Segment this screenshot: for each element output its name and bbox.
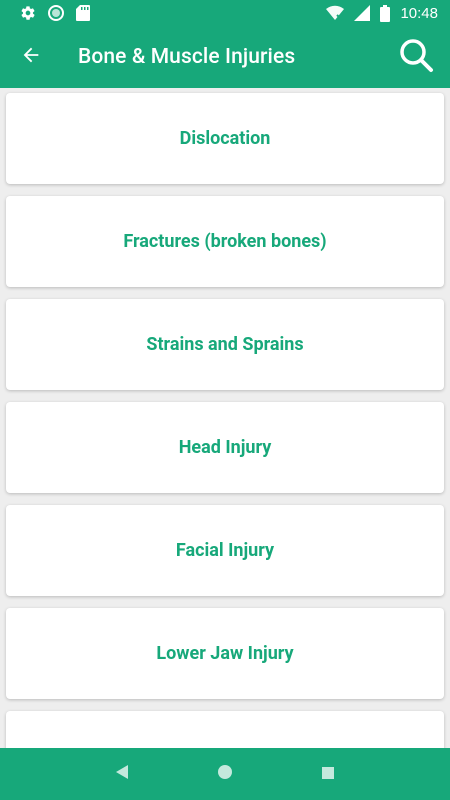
sd-card-icon bbox=[76, 5, 90, 21]
search-icon bbox=[398, 37, 434, 77]
list-item-head-injury[interactable]: Head Injury bbox=[6, 402, 444, 493]
list-item-fractures[interactable]: Fractures (broken bones) bbox=[6, 196, 444, 287]
back-button[interactable] bbox=[0, 26, 62, 88]
recents-square-icon bbox=[321, 765, 335, 784]
home-circle-icon bbox=[217, 764, 233, 784]
app-bar: Bone & Muscle Injuries bbox=[0, 26, 450, 88]
list-item-label: Facial Injury bbox=[175, 540, 275, 561]
status-time: 10:48 bbox=[400, 4, 438, 22]
list-item-dislocation[interactable]: Dislocation bbox=[6, 93, 444, 184]
list-item-label: Head Injury bbox=[178, 437, 272, 458]
page-title: Bone & Muscle Injuries bbox=[78, 45, 296, 69]
arrow-back-icon bbox=[20, 44, 42, 70]
list-item-facial-injury[interactable]: Facial Injury bbox=[6, 505, 444, 596]
list-item-label: Strains and Sprains bbox=[146, 334, 304, 355]
injury-list: Dislocation Fractures (broken bones) Str… bbox=[0, 88, 450, 748]
list-item-label: Fractures (broken bones) bbox=[123, 231, 327, 252]
nav-back-button[interactable] bbox=[102, 754, 142, 794]
wifi-off-icon bbox=[326, 5, 345, 21]
nav-home-button[interactable] bbox=[205, 754, 245, 794]
back-triangle-icon bbox=[115, 764, 129, 784]
status-bar: 10:48 bbox=[0, 0, 450, 26]
navigation-bar bbox=[0, 748, 450, 800]
list-item-lower-jaw-injury[interactable]: Lower Jaw Injury bbox=[6, 608, 444, 699]
list-item-label: Dislocation bbox=[179, 128, 271, 149]
settings-icon bbox=[20, 5, 36, 21]
battery-icon bbox=[380, 4, 391, 22]
search-button[interactable] bbox=[386, 26, 446, 88]
nav-recents-button[interactable] bbox=[308, 754, 348, 794]
list-item-label: Lower Jaw Injury bbox=[156, 643, 294, 664]
list-item-strains-sprains[interactable]: Strains and Sprains bbox=[6, 299, 444, 390]
list-item-partial[interactable] bbox=[6, 711, 444, 748]
signal-icon bbox=[354, 5, 371, 21]
circle-icon bbox=[48, 5, 64, 21]
